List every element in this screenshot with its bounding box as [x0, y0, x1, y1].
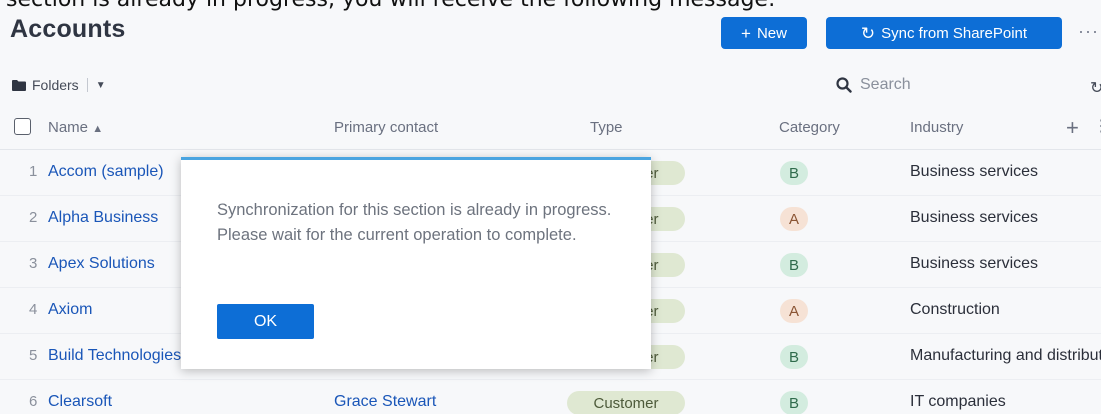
- industry-cell: Construction: [910, 301, 1000, 318]
- new-button[interactable]: + New: [721, 17, 807, 49]
- chevron-down-icon[interactable]: ▼: [96, 80, 106, 91]
- account-name-link[interactable]: Axiom: [48, 301, 92, 319]
- page-header: Accounts + New ↻ Sync from SharePoint ··…: [0, 13, 1101, 51]
- column-name-label: Name: [48, 119, 89, 136]
- industry-cell: Business services: [910, 255, 1039, 272]
- folders-label: Folders: [32, 77, 79, 93]
- category-badge: B: [780, 253, 808, 277]
- category-badge: B: [780, 345, 808, 369]
- column-header-name[interactable]: Name ▲: [48, 119, 103, 136]
- type-badge: Customer: [567, 391, 685, 414]
- category-badge: B: [780, 161, 808, 185]
- list-toolbar: Folders ▼ Search ↻: [0, 72, 1101, 102]
- new-button-label: New: [756, 24, 787, 42]
- industry-cell: Business services: [910, 209, 1039, 226]
- sync-icon: ↻: [860, 23, 876, 43]
- dialog-message: Synchronization for this section is alre…: [217, 201, 612, 244]
- folders-divider: [86, 78, 88, 92]
- row-number: 1: [29, 163, 38, 180]
- table-row[interactable]: 6 Clearsoft Grace Stewart Customer B IT …: [0, 380, 1101, 414]
- folders-dropdown[interactable]: Folders ▼: [12, 77, 106, 93]
- column-header-category[interactable]: Category: [779, 119, 840, 136]
- category-badge: A: [780, 299, 808, 323]
- refresh-icon[interactable]: ↻: [1090, 78, 1101, 98]
- column-header-primary-contact[interactable]: Primary contact: [334, 119, 438, 136]
- column-header-type[interactable]: Type: [590, 119, 623, 136]
- primary-contact-link[interactable]: Grace Stewart: [334, 393, 436, 411]
- search-icon: [836, 77, 852, 93]
- account-name-link[interactable]: Accom (sample): [48, 163, 164, 181]
- industry-cell: Business services: [910, 163, 1039, 180]
- account-name-link[interactable]: Alpha Business: [48, 209, 158, 227]
- plus-icon: +: [741, 23, 751, 43]
- row-number: 6: [29, 393, 38, 410]
- row-number: 5: [29, 347, 38, 364]
- search-input[interactable]: Search: [836, 76, 911, 94]
- column-menu-icon[interactable]: ⋮: [1093, 116, 1101, 136]
- category-badge: B: [780, 391, 808, 414]
- folder-icon: [12, 79, 26, 91]
- industry-cell: IT companies: [910, 393, 1006, 410]
- sync-button-label: Sync from SharePoint: [881, 24, 1028, 42]
- sort-ascending-icon: ▲: [92, 123, 104, 135]
- add-column-icon[interactable]: +: [1066, 115, 1079, 141]
- account-name-link[interactable]: Clearsoft: [48, 393, 112, 411]
- page-title: Accounts: [10, 15, 126, 43]
- row-number: 4: [29, 301, 38, 318]
- row-number: 2: [29, 209, 38, 226]
- industry-cell: Manufacturing and distribution: [910, 347, 1101, 364]
- category-badge: A: [780, 207, 808, 231]
- sync-in-progress-dialog: Synchronization for this section is alre…: [181, 157, 651, 369]
- account-name-link[interactable]: Build Technologies: [48, 347, 181, 365]
- document-caption: section is already in progress, you will…: [0, 0, 1101, 13]
- select-all-checkbox[interactable]: [14, 118, 31, 135]
- table-header: Name ▲ Primary contact Type Category Ind…: [0, 106, 1101, 150]
- ellipsis-icon[interactable]: ···: [1078, 21, 1099, 42]
- column-header-industry[interactable]: Industry: [910, 119, 963, 136]
- sync-sharepoint-button[interactable]: ↻ Sync from SharePoint: [826, 17, 1062, 49]
- ok-button[interactable]: OK: [217, 304, 314, 339]
- accounts-page: Accounts + New ↻ Sync from SharePoint ··…: [0, 0, 1101, 414]
- row-number: 3: [29, 255, 38, 272]
- account-name-link[interactable]: Apex Solutions: [48, 255, 155, 273]
- search-placeholder: Search: [860, 76, 911, 93]
